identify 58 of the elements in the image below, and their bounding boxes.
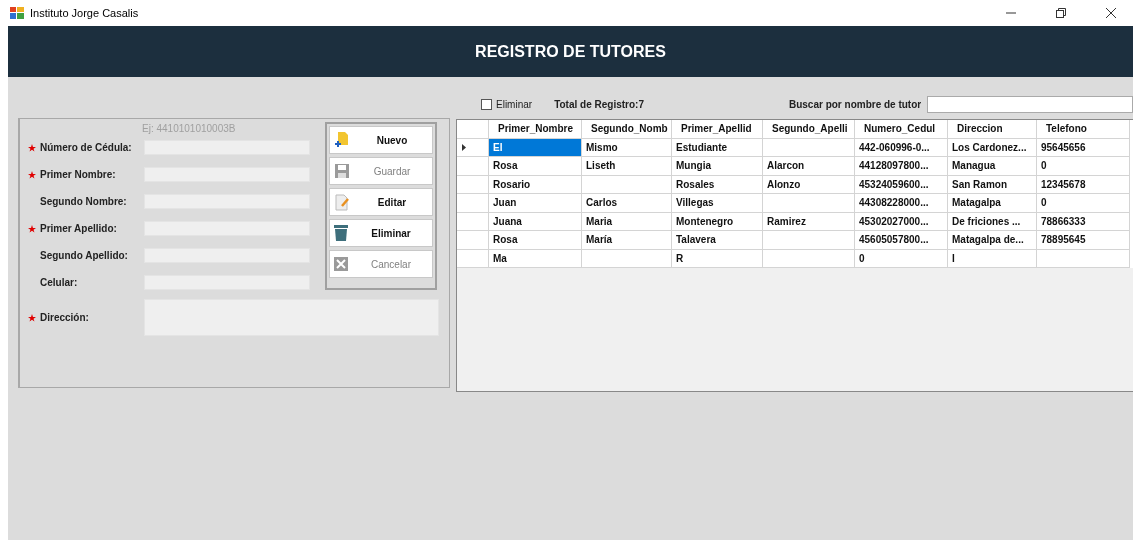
column-header[interactable]: Primer_Apellid: [672, 120, 763, 139]
new-button[interactable]: Nuevo: [329, 126, 433, 154]
checkbox[interactable]: [481, 98, 492, 110]
field-label: Dirección:: [39, 312, 90, 323]
field-label: Primer Apellido:: [39, 223, 118, 234]
field-label: Segundo Nombre:: [39, 196, 128, 207]
table-cell: Matagalpa de...: [948, 231, 1037, 250]
field-label: Celular:: [39, 277, 79, 288]
search-label: Buscar por nombre de tutor: [788, 98, 922, 110]
table-cell: Managua: [948, 157, 1037, 176]
cancel-icon: [334, 257, 348, 271]
field-label: Primer Nombre:: [39, 169, 117, 180]
table-cell: Talavera: [672, 231, 763, 250]
table-cell: Villegas: [672, 194, 763, 213]
restore-icon[interactable]: [1056, 8, 1066, 18]
edit-document-icon: [334, 193, 350, 211]
close-icon[interactable]: [1106, 8, 1116, 18]
search-field[interactable]: [927, 95, 1133, 113]
new-document-icon: [334, 131, 350, 149]
corner-header: [457, 120, 489, 139]
table-cell: Carlos: [582, 194, 672, 213]
table-cell: 44308228000...: [855, 194, 948, 213]
column-header[interactable]: Telefono: [1037, 120, 1130, 139]
table-cell: 0: [1037, 194, 1130, 213]
table-cell: 78895645: [1037, 231, 1130, 250]
delete-button[interactable]: Eliminar: [329, 219, 433, 247]
table-cell: Matagalpa: [948, 194, 1037, 213]
record-total: Total de Registro:7: [554, 98, 644, 110]
table-cell: Liseth: [582, 157, 672, 176]
table-cell: 0: [1037, 157, 1130, 176]
table-cell: Juan: [489, 194, 582, 213]
column-header[interactable]: Segundo_Apelli: [763, 120, 855, 139]
app-icon: [10, 7, 24, 19]
table-cell: 44128097800...: [855, 157, 948, 176]
table-cell: I: [948, 249, 1037, 268]
table-cell: 0: [855, 249, 948, 268]
window-title: Instituto Jorge Casalis: [30, 7, 140, 19]
table-cell: 45605057800...: [855, 231, 948, 250]
page-title: REGISTRO DE TUTORES: [475, 42, 666, 61]
field-label: Segundo Apellido:: [39, 250, 129, 261]
table-cell: Ma: [489, 249, 582, 268]
column-header[interactable]: Segundo_Nomb: [582, 120, 672, 139]
column-header[interactable]: Direccion: [948, 120, 1037, 139]
table-cell: Rosa: [489, 157, 582, 176]
table-cell: María: [582, 231, 672, 250]
table-cell: Alarcon: [763, 157, 855, 176]
table-cell: Rosa: [489, 231, 582, 250]
column-header[interactable]: Numero_Cedul: [855, 120, 948, 139]
edit-button[interactable]: Editar: [329, 188, 433, 216]
field-hint: Ej: 4410101010003B: [142, 123, 237, 134]
table-cell: Mungia: [672, 157, 763, 176]
checkbox-label: Eliminar: [496, 98, 533, 110]
minimize-icon[interactable]: [1006, 12, 1016, 14]
field-label: Número de Cédula:: [39, 142, 133, 153]
table-cell: R: [672, 249, 763, 268]
current-row-icon: [462, 143, 466, 151]
trash-can-icon: [334, 224, 348, 242]
column-header[interactable]: Primer_Nombre: [489, 120, 582, 139]
